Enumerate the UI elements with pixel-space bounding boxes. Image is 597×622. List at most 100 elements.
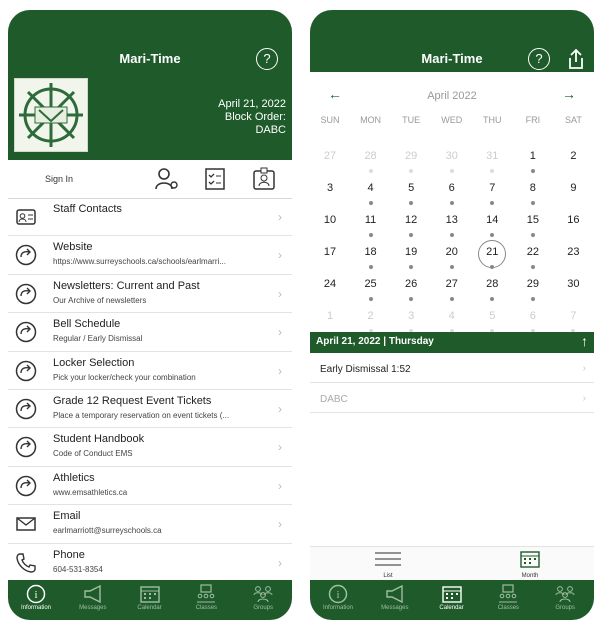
list-item[interactable]: Athletics www.emsathletics.ca › (8, 467, 292, 506)
information-screen: Mari-Time ? April 21, 2022 Block Order: … (8, 10, 292, 620)
tab-information[interactable]: i Information (8, 580, 64, 620)
share-icon[interactable] (566, 48, 586, 70)
nav-bar: Mari-Time ? (310, 10, 594, 72)
calendar-day[interactable]: 27 (434, 278, 470, 306)
calendar-day[interactable]: 6 (434, 182, 470, 210)
event-row[interactable]: DABC › (310, 386, 594, 413)
calendar-day[interactable]: 7 (474, 182, 510, 210)
chevron-right-icon: › (278, 517, 282, 532)
calendar-day[interactable]: 31 (474, 150, 510, 178)
calendar-day[interactable]: 5 (393, 182, 429, 210)
info-list: Staff Contacts › Website https://www.surrey… (8, 198, 292, 582)
help-button[interactable]: ? (528, 48, 550, 70)
event-dot (530, 297, 535, 301)
calendar-day[interactable]: 21 (474, 240, 510, 274)
calendar-day[interactable]: 1 (515, 150, 551, 178)
tab-calendar[interactable]: Calendar (424, 580, 480, 620)
day-number: 11 (364, 214, 377, 226)
tab-calendar[interactable]: Calendar (122, 580, 178, 620)
calendar-day[interactable]: 17 (312, 246, 348, 274)
list-item[interactable]: Bell Schedule Regular / Early Dismissal › (8, 313, 292, 352)
tab-information[interactable]: i Information (310, 580, 366, 620)
calendar-day[interactable]: 14 (474, 214, 510, 242)
list-item[interactable]: Staff Contacts › (8, 198, 292, 237)
list-item[interactable]: Locker Selection Pick your locker/check y… (8, 352, 292, 390)
day-number: 26 (405, 278, 418, 290)
tab-messages[interactable]: Messages (65, 580, 121, 620)
day-number: 21 (486, 246, 499, 258)
calendar-day[interactable]: 16 (555, 214, 591, 242)
event-row[interactable]: Early Dismissal 1:52 › (310, 356, 594, 383)
day-number: 6 (448, 182, 455, 194)
day-number: 2 (570, 150, 577, 162)
link-arrow-icon (15, 283, 37, 305)
month-view-button[interactable]: Month (510, 550, 550, 579)
tab-label: Classes (195, 605, 218, 611)
calendar-day[interactable]: 13 (434, 214, 470, 242)
calendar-day[interactable]: 12 (393, 214, 429, 242)
day-number: 27 (323, 150, 337, 162)
calendar-day[interactable]: 25 (353, 278, 389, 306)
classes-icon (195, 584, 217, 604)
tab-classes[interactable]: Classes (480, 580, 536, 620)
calendar-day[interactable]: 24 (312, 278, 348, 306)
block-order-label: Block Order: (224, 111, 286, 123)
calendar-day[interactable]: 11 (353, 214, 389, 242)
link-arrow-icon (15, 244, 37, 266)
event-dot (530, 265, 535, 269)
phone-icon (15, 552, 37, 574)
day-number: 18 (364, 246, 377, 258)
banner-info: April 21, 2022 Block Order: DABC (218, 98, 286, 137)
day-number: 9 (570, 182, 577, 194)
calendar-day[interactable]: 27 (312, 150, 348, 178)
list-item[interactable]: Grade 12 Request Event Tickets Place a te… (8, 390, 292, 429)
checklist-icon[interactable] (202, 167, 228, 191)
list-item-title: Bell Schedule (53, 318, 121, 331)
list-item[interactable]: Email earlmarriott@surreyschools.ca › (8, 505, 292, 544)
badge-icon[interactable] (251, 167, 277, 191)
calendar-day[interactable]: 28 (353, 150, 389, 178)
list-item[interactable]: Website https://www.surreyschools.ca/scho… (8, 236, 292, 275)
sign-in-link[interactable]: Sign In (45, 174, 73, 184)
list-view-button[interactable]: List (368, 550, 408, 579)
event-dot (490, 233, 495, 237)
tab-groups[interactable]: Groups (537, 580, 593, 620)
calendar-day[interactable]: 3 (312, 182, 348, 210)
calendar-day[interactable]: 19 (393, 246, 429, 274)
list-item[interactable]: Newsletters: Current and Past Our Archive… (8, 275, 292, 314)
calendar-day[interactable]: 8 (515, 182, 551, 210)
tab-groups[interactable]: Groups (235, 580, 291, 620)
calendar-day[interactable]: 2 (555, 150, 591, 178)
day-number: 7 (489, 182, 496, 194)
list-item-subtitle: Place a temporary reservation on event t… (53, 410, 230, 420)
calendar-day[interactable]: 18 (353, 246, 389, 274)
day-number: 14 (486, 214, 499, 226)
calendar-day[interactable]: 26 (393, 278, 429, 306)
calendar-day[interactable]: 4 (353, 182, 389, 210)
event-dot (449, 265, 454, 269)
list-item[interactable]: Phone 604-531-8354 › (8, 544, 292, 582)
tab-classes[interactable]: Classes (178, 580, 234, 620)
calendar-day[interactable]: 30 (555, 278, 591, 306)
event-dot (409, 201, 414, 205)
calendar-day[interactable]: 20 (434, 246, 470, 274)
help-button[interactable]: ? (256, 48, 278, 70)
calendar-day[interactable]: 22 (515, 246, 551, 274)
calendar-day[interactable]: 23 (555, 246, 591, 274)
event-dot (409, 233, 414, 237)
calendar-day[interactable]: 29 (515, 278, 551, 306)
person-key-icon[interactable] (154, 167, 180, 191)
event-dot (490, 169, 495, 173)
collapse-arrow-icon[interactable]: ↑ (581, 333, 588, 349)
calendar-day[interactable]: 29 (393, 150, 429, 178)
calendar-day[interactable]: 30 (434, 150, 470, 178)
list-item[interactable]: Student Handbook Code of Conduct EMS › (8, 428, 292, 467)
chevron-right-icon: › (278, 440, 282, 455)
next-month-button[interactable]: → (562, 86, 576, 102)
calendar-day[interactable]: 28 (474, 278, 510, 306)
calendar-day[interactable]: 15 (515, 214, 551, 242)
calendar-day[interactable]: 9 (555, 182, 591, 210)
calendar-day[interactable]: 10 (312, 214, 348, 242)
svg-text:i: i (336, 589, 339, 601)
tab-messages[interactable]: Messages (367, 580, 423, 620)
